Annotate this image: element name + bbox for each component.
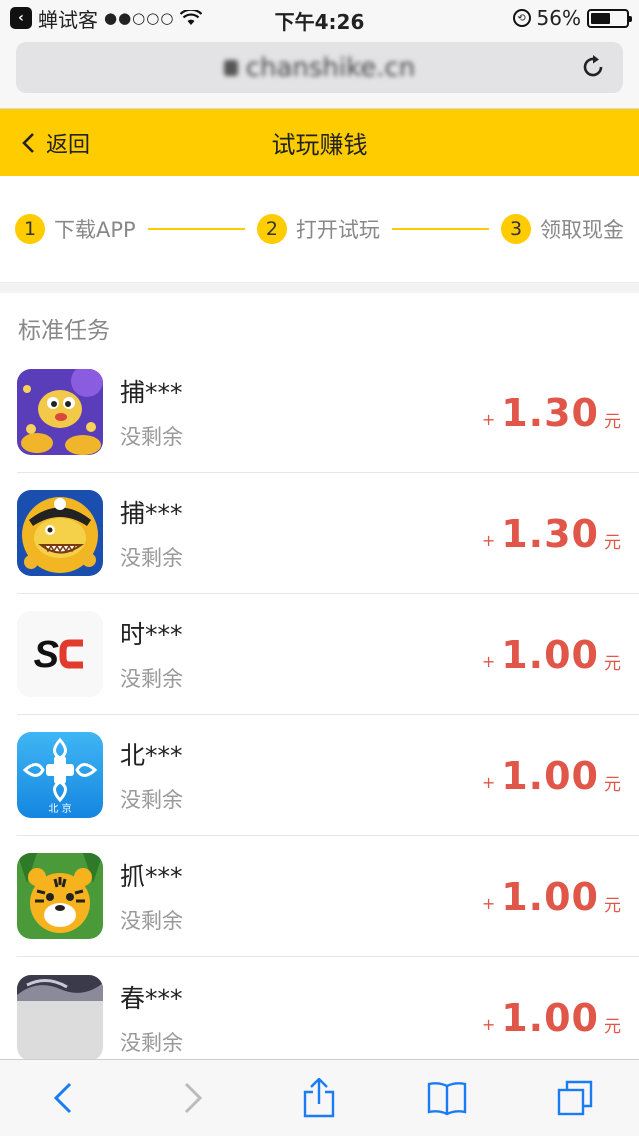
step-label: 打开试玩 (295, 218, 380, 242)
sc-logo-icon: SC (17, 611, 103, 697)
bookmarks-button[interactable] (417, 1068, 477, 1128)
chevron-left-icon (53, 1082, 71, 1114)
page-header: 返回 试玩赚钱 (0, 109, 639, 176)
reward-unit: 元 (604, 775, 621, 795)
task-status: 没剩余 (120, 1030, 183, 1055)
back-app-label[interactable]: 蝉试客 (38, 4, 98, 33)
step-connector (147, 228, 245, 230)
task-row[interactable]: 捕*** 没剩余 + 1.30 元 (17, 473, 639, 594)
reward-plus: + (481, 410, 496, 429)
step-claim-cash: 3 领取现金 (501, 214, 624, 244)
reward-amount: 1.30 (501, 511, 599, 556)
section-divider (0, 283, 639, 293)
reward-amount: 1.00 (501, 995, 599, 1040)
beijing-health-icon: 北 京 (17, 732, 103, 818)
tiger-game-icon (17, 853, 103, 939)
step-download: 1 下载APP (15, 214, 136, 244)
tabs-icon (557, 1080, 593, 1116)
step-label: 下载APP (54, 218, 136, 242)
task-list: 捕*** 没剩余 + 1.30 元 捕*** 没剩余 + 1.30 元 SC 时… (0, 352, 639, 1078)
task-reward: + 1.00 元 (482, 594, 621, 715)
shark-game-icon (17, 490, 103, 576)
reward-plus: + (481, 894, 496, 913)
task-row[interactable]: SC 时*** 没剩余 + 1.00 元 (17, 594, 639, 715)
spring-app-icon (17, 974, 103, 1061)
task-reward: + 1.30 元 (482, 352, 621, 473)
reward-plus: + (481, 1015, 496, 1034)
book-icon (428, 1082, 467, 1116)
page-title: 试玩赚钱 (271, 131, 368, 159)
steps-bar: 1 下载APP 2 打开试玩 3 领取现金 (0, 176, 639, 283)
reward-plus: + (481, 773, 496, 792)
task-app-name: 时*** (120, 620, 183, 649)
reward-plus: + (481, 531, 496, 550)
step-label: 领取现金 (540, 218, 625, 242)
task-app-name: 春*** (120, 983, 183, 1013)
share-icon (304, 1078, 335, 1118)
battery-level (591, 12, 611, 24)
task-app-name: 抓*** (120, 862, 183, 891)
chevron-left-icon (22, 132, 34, 153)
battery-percent: 56% (536, 6, 581, 30)
back-to-app-icon[interactable]: ‹ (10, 7, 32, 29)
browser-toolbar (0, 1059, 639, 1136)
back-label: 返回 (46, 132, 91, 158)
lock-icon (223, 59, 238, 76)
reward-amount: 1.00 (501, 632, 599, 677)
reward-unit: 元 (604, 654, 621, 674)
step-number: 2 (256, 214, 287, 244)
task-status: 没剩余 (120, 909, 183, 933)
browser-forward-button[interactable] (162, 1068, 222, 1128)
reward-unit: 元 (604, 896, 621, 916)
reward-plus: + (481, 652, 496, 671)
share-button[interactable] (289, 1068, 349, 1128)
reward-amount: 1.00 (501, 753, 599, 798)
task-app-name: 捕*** (120, 378, 183, 407)
task-reward: + 1.00 元 (482, 715, 621, 836)
signal-strength-icon: ●●○○○ (104, 9, 175, 27)
step-number: 3 (501, 214, 532, 244)
task-app-name: 北*** (120, 741, 183, 770)
section-title: 标准任务 (18, 318, 110, 344)
task-status: 没剩余 (120, 667, 183, 691)
url-display[interactable]: chanshike.cn (223, 52, 416, 83)
status-bar: ‹ 蝉试客 ●●○○○ 下午4:26 ⟲ 56% (0, 0, 639, 36)
task-status: 没剩余 (120, 546, 183, 570)
url-text: chanshike.cn (245, 52, 416, 83)
reward-amount: 1.30 (501, 390, 599, 435)
task-reward: + 1.00 元 (482, 836, 621, 957)
browser-chrome: chanshike.cn (0, 36, 639, 109)
back-button[interactable]: 返回 (20, 109, 90, 176)
task-app-name: 捕*** (120, 499, 183, 528)
task-row[interactable]: 北 京 北*** 没剩余 + 1.00 元 (17, 715, 639, 836)
reward-amount: 1.00 (501, 874, 599, 919)
chevron-right-icon (184, 1082, 202, 1114)
beijing-logo-text: 北 京 (48, 802, 71, 815)
task-reward: + 1.30 元 (482, 473, 621, 594)
reward-unit: 元 (604, 533, 621, 553)
fish-game-icon (17, 369, 103, 455)
task-status: 没剩余 (120, 425, 183, 449)
browser-back-button[interactable] (34, 1068, 94, 1128)
battery-icon (587, 8, 632, 28)
wifi-icon (180, 10, 203, 25)
rotation-lock-icon: ⟲ (512, 9, 531, 27)
reward-unit: 元 (604, 1017, 621, 1037)
address-bar[interactable]: chanshike.cn (16, 42, 623, 93)
reward-unit: 元 (604, 412, 621, 432)
task-row[interactable]: 抓*** 没剩余 + 1.00 元 (17, 836, 639, 957)
reload-icon[interactable] (579, 53, 607, 81)
tabs-button[interactable] (545, 1068, 605, 1128)
step-connector (391, 228, 490, 230)
step-number: 1 (15, 214, 45, 244)
task-status: 没剩余 (120, 788, 183, 812)
step-open-trial: 2 打开试玩 (256, 214, 380, 244)
task-row[interactable]: 捕*** 没剩余 + 1.30 元 (17, 352, 639, 473)
